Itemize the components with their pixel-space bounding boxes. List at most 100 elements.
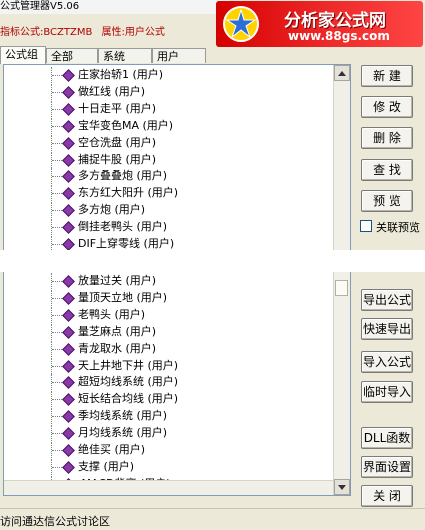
list-item[interactable]: 庄家抬轿1 (用户) [4, 67, 334, 83]
list-item-label: DIF上穿零线 (用户) [78, 237, 175, 250]
formula-gem-icon [62, 325, 75, 339]
list-item[interactable]: 青龙取水 (用户) [4, 340, 334, 357]
status-bar: 访问通达信公式讨论区 [0, 508, 425, 530]
list-item[interactable]: 空仓洗盘 (用户) [4, 134, 334, 151]
formula-info-row: 指标公式:BCZTZMB 属性:用户公式 [0, 26, 171, 40]
list-item[interactable]: 东方红大阳升 (用户) [4, 185, 334, 202]
close-button[interactable]: 关 闭 [361, 485, 413, 507]
ui-settings-button[interactable]: 界面设置 [361, 456, 413, 478]
list-item-label: 季均线系统 (用户) [78, 409, 168, 423]
list-item-label: 支撑 (用户) [78, 459, 135, 473]
list-item[interactable]: 倒挂老鸭头 (用户) [4, 219, 334, 236]
list-item[interactable]: 量顶天立地 (用户) [4, 289, 334, 306]
formula-gem-icon [62, 376, 75, 390]
formula-tree-list[interactable]: 庄家抬轿1 (用户) 做红线 (用户) 十日走平 (用户) 宝华变色MA (用户) 空仓… [3, 64, 351, 496]
list-item[interactable]: 十日走平 (用户) [4, 100, 334, 117]
formula-attr-label: 属性:用户公式 [101, 27, 165, 38]
tab-all[interactable]: 全部 [46, 48, 98, 63]
formula-tabs: 公式组 全部 系统 用户 [0, 46, 220, 64]
tree-branch [52, 365, 62, 367]
list-item[interactable]: 短长结合均线 (用户) [4, 391, 334, 408]
scroll-thumb[interactable] [335, 280, 348, 296]
tree-branch [52, 314, 62, 316]
list-item-label: 倒挂老鸭头 (用户) [78, 220, 168, 234]
preview-button[interactable]: 预 览 [361, 190, 413, 212]
list-item-label: 做红线 (用户) [78, 84, 146, 98]
tab-system[interactable]: 系统 [98, 48, 152, 63]
list-item-label: 量顶天立地 (用户) [78, 290, 168, 304]
list-item-label: 东方红大阳升 (用户) [78, 186, 179, 200]
temp-import-button[interactable]: 临时导入 [361, 381, 413, 403]
scroll-down-icon [338, 485, 346, 490]
tree-branch [52, 382, 62, 384]
scroll-down-button[interactable] [334, 479, 350, 495]
tree-branch [52, 450, 62, 451]
formula-name-label: 指标公式:BCZTZMB [0, 27, 93, 38]
import-formula-button[interactable]: 导入公式 [361, 351, 413, 373]
tree-branch [52, 142, 62, 144]
link-preview-checkbox[interactable] [360, 220, 372, 232]
list-item[interactable]: 支撑 (用户) [4, 458, 334, 475]
list-item-label: 多方炮 (用户) [78, 203, 146, 217]
list-item[interactable]: 做红线 (用户) [4, 83, 334, 100]
tab-user[interactable]: 用户 [152, 48, 206, 63]
site-banner[interactable]: 分析家公式网 www.88gs.com [216, 1, 423, 47]
formula-gem-icon [62, 342, 75, 356]
tab-formula-group[interactable]: 公式组 [0, 46, 46, 64]
formula-gem-icon [62, 238, 75, 251]
list-item[interactable]: 多方叠叠炮 (用户) [4, 168, 334, 185]
list-item-label: 放量过关 (用户) [78, 274, 157, 287]
list-item-label: 短长结合均线 (用户) [78, 392, 179, 406]
list-item-label: 捕捉牛股 (用户) [78, 152, 157, 166]
modify-button[interactable]: 修 改 [361, 96, 413, 118]
formula-gem-icon [62, 275, 75, 288]
list-item-label: 绝佳买 (用户) [78, 443, 146, 456]
formula-gem-icon [62, 427, 75, 440]
list-item[interactable]: 捕捉牛股 (用户) [4, 151, 334, 168]
list-item[interactable]: 放量过关 (用户) [4, 273, 334, 289]
banner-url[interactable]: www.88gs.com [288, 29, 390, 43]
list-item-label: 多方叠叠炮 (用户) [78, 169, 168, 183]
dll-function-button[interactable]: DLL函数 [361, 427, 413, 449]
delete-button[interactable]: 删 除 [361, 127, 413, 149]
list-item-label: 青龙取水 (用户) [78, 341, 157, 355]
tree-branch [52, 176, 62, 178]
export-formula-button[interactable]: 导出公式 [361, 289, 413, 311]
find-button[interactable]: 查 找 [361, 159, 413, 181]
list-item[interactable]: 量芝麻点 (用户) [4, 323, 334, 340]
formula-gem-icon [62, 170, 75, 184]
vertical-scrollbar[interactable] [333, 65, 350, 495]
list-item-label: 老鸭头 (用户) [78, 307, 146, 321]
list-item-label: 量芝麻点 (用户) [78, 324, 157, 338]
list-item[interactable]: 老鸭头 (用户) [4, 306, 334, 323]
list-item[interactable]: 季均线系统 (用户) [4, 408, 334, 425]
formula-gem-icon [62, 69, 75, 82]
list-item[interactable]: 宝华变色MA (用户) [4, 117, 334, 134]
list-item[interactable]: 天上井地下井 (用户) [4, 357, 334, 374]
list-item[interactable]: 绝佳买 (用户) [4, 442, 334, 458]
formula-gem-icon [62, 308, 75, 322]
forum-link[interactable]: 访问通达信公式讨论区 [0, 513, 110, 529]
list-item[interactable]: 月均线系统 (用户) [4, 425, 334, 442]
formula-gem-icon [62, 86, 75, 99]
quick-export-button[interactable]: 快速导出 [361, 318, 413, 340]
formula-gem-icon [62, 204, 75, 218]
render-tear [0, 250, 425, 272]
scroll-up-button[interactable] [334, 65, 350, 81]
list-item-label: 天上井地下井 (用户) [78, 358, 179, 372]
list-item-label: 月均线系统 (用户) [78, 426, 168, 440]
list-item-label: 超短均线系统 (用户) [78, 375, 179, 389]
window-title: 公式管理器V5.06 [0, 1, 80, 12]
tree-branch [52, 244, 62, 245]
formula-gem-icon [62, 153, 75, 167]
list-item[interactable]: 多方炮 (用户) [4, 202, 334, 219]
list-item[interactable]: 超短均线系统 (用户) [4, 374, 334, 391]
list-item-label: 宝华变色MA (用户) [78, 118, 174, 132]
tree-branch [52, 281, 62, 282]
tree-branch [52, 210, 62, 212]
formula-gem-icon [62, 461, 75, 474]
new-button[interactable]: 新 建 [361, 65, 413, 87]
banner-name: 分析家公式网 [284, 11, 386, 31]
tree-branch [52, 433, 62, 435]
horizontal-scrollbar[interactable] [4, 480, 334, 495]
